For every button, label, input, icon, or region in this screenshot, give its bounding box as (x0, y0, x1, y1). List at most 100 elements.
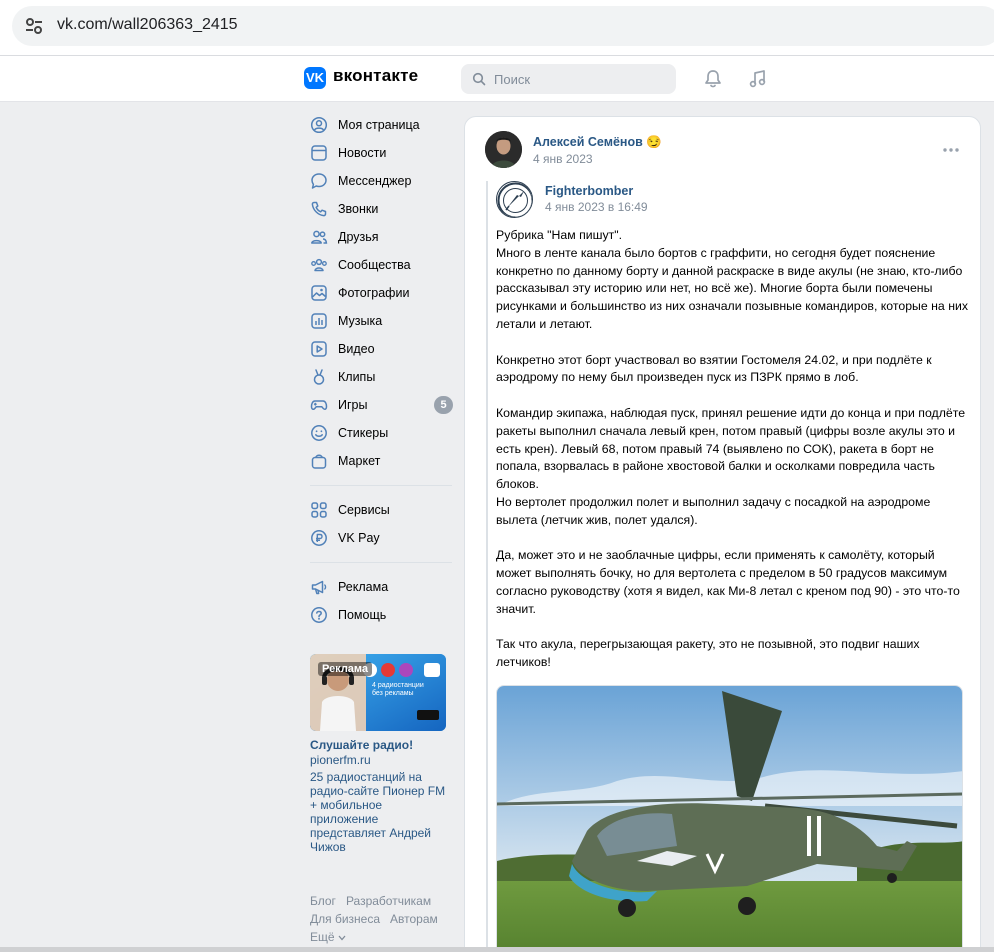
photo-icon (311, 285, 327, 301)
ad-title[interactable]: Слушайте радио! (310, 738, 450, 752)
sidebar-item-label: Стикеры (338, 426, 389, 440)
ad-domain[interactable]: pionerfm.ru (310, 753, 450, 767)
author-avatar[interactable] (485, 131, 522, 168)
left-sidebar: Моя страница Новости Мессенджер Звонки Д… (302, 111, 462, 629)
sidebar-item-label: Музыка (338, 314, 383, 328)
services-icon (311, 502, 327, 518)
sidebar-item-label: VK Pay (338, 531, 380, 545)
sidebar-item-label: Новости (338, 146, 387, 160)
sidebar-item-my-page[interactable]: Моя страница (302, 111, 462, 139)
sidebar-divider (310, 485, 452, 486)
sidebar-item-help[interactable]: Помощь (302, 601, 462, 629)
sidebar-item-communities[interactable]: Сообщества (302, 251, 462, 279)
sidebar-item-video[interactable]: Видео (302, 335, 462, 363)
sidebar-item-label: Звонки (338, 202, 379, 216)
site-settings-icon[interactable] (22, 14, 46, 38)
vk-header: VK вконтакте (0, 56, 994, 102)
window-bottom-edge (0, 947, 994, 952)
footer-links: Блог РазработчикамДля бизнеса Авторам Ещё (310, 892, 460, 946)
footer-link-developers[interactable]: Разработчикам (346, 892, 431, 910)
post-paragraph: Конкретно этот борт участвовал во взятии… (496, 352, 932, 385)
smile-icon (311, 425, 327, 441)
wall-post: Алексей Семёнов 😏 4 янв 2023 Fighterbomb… (464, 116, 981, 952)
phone-icon (311, 201, 327, 217)
sidebar-item-vk-pay[interactable]: VK Pay (302, 524, 462, 552)
sidebar-item-label: Сервисы (338, 503, 390, 517)
fighterbomber-logo-icon (497, 182, 532, 217)
post-date[interactable]: 4 янв 2023 (533, 152, 593, 166)
games-count-badge: 5 (434, 396, 453, 414)
ad-badge: Реклама (318, 662, 373, 676)
sidebar-item-label: Друзья (338, 230, 379, 244)
post-paragraph: Рубрика "Нам пишут". Много в ленте канал… (496, 228, 969, 331)
communities-icon (311, 258, 327, 272)
clips-icon (313, 369, 325, 385)
post-author-name[interactable]: Алексей Семёнов 😏 (533, 135, 662, 150)
browser-toolbar: vk.com/wall206363_2415 (0, 0, 994, 56)
more-options-icon[interactable] (941, 145, 961, 155)
sidebar-item-market[interactable]: Маркет (302, 447, 462, 475)
sidebar-item-photos[interactable]: Фотографии (302, 279, 462, 307)
footer-more-label: Ещё (310, 930, 335, 944)
sidebar-item-news[interactable]: Новости (302, 139, 462, 167)
message-bubble-icon (311, 173, 327, 189)
sidebar-item-label: Игры (338, 398, 368, 412)
helicopter-photo (497, 686, 962, 952)
address-bar[interactable]: vk.com/wall206363_2415 (12, 6, 994, 46)
repost-author-avatar[interactable] (496, 181, 533, 218)
repost-date[interactable]: 4 янв 2023 в 16:49 (545, 200, 648, 214)
sidebar-item-label: Клипы (338, 370, 376, 384)
post-photo[interactable] (496, 685, 963, 952)
post-paragraph: Да, может это и не заоблачные цифры, есл… (496, 548, 960, 616)
search-input[interactable] (494, 69, 664, 89)
music-note-icon[interactable] (747, 68, 769, 90)
footer-link-authors[interactable]: Авторам (390, 910, 438, 928)
footer-link-more[interactable]: Ещё (310, 928, 346, 946)
vk-logo-text[interactable]: вконтакте (333, 66, 418, 86)
sidebar-item-ads[interactable]: Реклама (302, 573, 462, 601)
music-bars-icon (311, 313, 327, 329)
chevron-down-icon (338, 935, 346, 941)
sidebar-item-label: Маркет (338, 454, 381, 468)
bag-icon (311, 454, 327, 469)
sidebar-item-music[interactable]: Музыка (302, 307, 462, 335)
sidebar-item-messenger[interactable]: Мессенджер (302, 167, 462, 195)
sidebar-item-label: Помощь (338, 608, 387, 622)
vkpay-icon (311, 530, 327, 546)
gamepad-icon (310, 400, 328, 410)
sidebar-item-label: Видео (338, 342, 375, 356)
sidebar-divider (310, 562, 452, 563)
repost-author-name[interactable]: Fighterbomber (545, 184, 633, 198)
help-icon (311, 607, 327, 623)
footer-link-blog[interactable]: Блог (310, 892, 336, 910)
sidebar-item-label: Мессенджер (338, 174, 412, 188)
news-icon (311, 145, 327, 161)
bell-icon[interactable] (702, 68, 724, 90)
ad-description[interactable]: 25 радиостанций на радио-сайте Пионер FM… (310, 770, 450, 854)
sidebar-item-games[interactable]: Игры 5 (302, 391, 462, 419)
sidebar-item-label: Реклама (338, 580, 389, 594)
repost-indicator-line (486, 181, 488, 952)
search-box[interactable] (461, 64, 676, 94)
sidebar-item-calls[interactable]: Звонки (302, 195, 462, 223)
post-text: Рубрика "Нам пишут". Много в ленте канал… (496, 227, 971, 672)
ad-image[interactable]: Реклама 4 радиостанции без рекламы (310, 654, 446, 731)
author-emoji: 😏 (646, 135, 662, 149)
sidebar-item-label: Фотографии (338, 286, 410, 300)
post-paragraph: Так что акула, перегрызающая ракету, это… (496, 637, 920, 670)
sidebar-item-friends[interactable]: Друзья (302, 223, 462, 251)
vk-logo-icon[interactable]: VK (304, 67, 326, 89)
sidebar-item-stickers[interactable]: Стикеры (302, 419, 462, 447)
sidebar-item-clips[interactable]: Клипы (302, 363, 462, 391)
sidebar-item-label: Сообщества (338, 258, 411, 272)
user-circle-icon (310, 116, 328, 134)
post-author-text: Алексей Семёнов (533, 135, 643, 149)
friends-icon (311, 230, 328, 244)
sidebar-item-services[interactable]: Сервисы (302, 496, 462, 524)
video-icon (311, 341, 327, 357)
footer-link-business[interactable]: Для бизнеса (310, 910, 380, 928)
post-paragraph: Командир экипажа, наблюдая пуск, принял … (496, 405, 966, 527)
sidebar-ad[interactable]: Реклама 4 радиостанции без рекламы Слуша… (310, 654, 450, 854)
url-text[interactable]: vk.com/wall206363_2415 (57, 16, 238, 34)
sidebar-item-label: Моя страница (338, 118, 420, 132)
